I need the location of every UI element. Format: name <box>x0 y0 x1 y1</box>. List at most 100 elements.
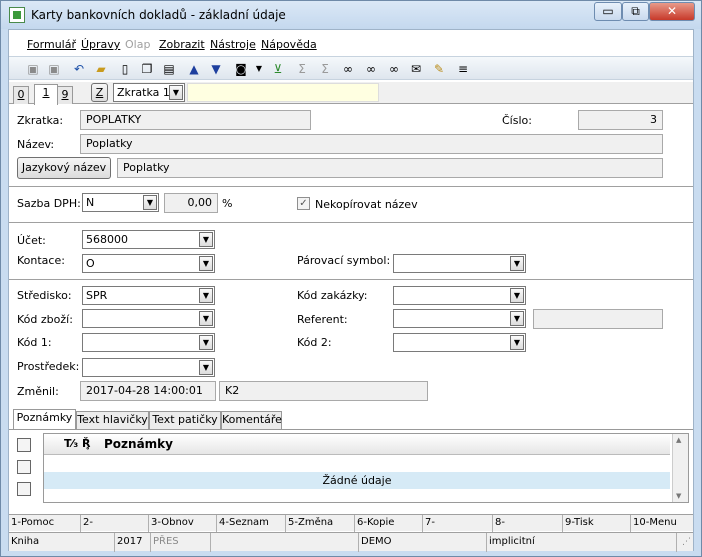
sazba-percent-field[interactable]: 0,00 <box>164 193 218 213</box>
sazba-dph-combo[interactable]: N ▼ <box>82 193 159 212</box>
fkey-1[interactable]: 1-Pomoc <box>9 515 81 532</box>
save-icon[interactable]: ▣ <box>25 61 41 77</box>
scroll-down-icon[interactable]: ▼ <box>676 492 681 500</box>
delete-note-icon[interactable] <box>17 482 31 496</box>
zkratka-label: Zkratka: <box>17 114 64 127</box>
nazev-label: Název: <box>17 138 55 151</box>
dropdown-arrow-icon[interactable]: ▼ <box>251 61 267 77</box>
fkey-10[interactable]: 10-Menu <box>631 515 693 532</box>
notes-panel: T⁄₃ Ř̥ Poznámky Žádné údaje ▲ ▼ <box>9 429 693 505</box>
kod2-combo[interactable]: ▼ <box>393 333 526 352</box>
title-bar: Karty bankovních dokladů - základní údaj… <box>1 1 701 29</box>
fkey-4[interactable]: 4-Seznam <box>217 515 286 532</box>
chevron-down-icon: ▼ <box>199 335 213 350</box>
fkey-3[interactable]: 3-Obnov <box>149 515 217 532</box>
zmenil-label: Změnil: <box>17 385 59 398</box>
minimize-button[interactable]: ▭ <box>594 2 622 21</box>
menu-formular[interactable]: Formulář <box>27 38 76 51</box>
tab-1[interactable]: 1 <box>34 84 58 105</box>
status-kniha: Kniha <box>9 533 115 552</box>
kod1-combo[interactable]: ▼ <box>82 333 215 352</box>
chevron-down-icon: ▼ <box>199 256 213 271</box>
referent-name-field[interactable] <box>533 309 663 329</box>
nazev-field[interactable]: Poplatky <box>80 134 663 154</box>
status-implicitni: implicitní <box>487 533 677 552</box>
tab-komentare[interactable]: Komentáře <box>221 411 282 429</box>
kontace-combo[interactable]: O ▼ <box>82 254 215 273</box>
tab-9[interactable]: 9 <box>57 86 73 104</box>
tab-text-paticky[interactable]: Text patičky <box>149 411 221 429</box>
stredisko-combo[interactable]: SPR ▼ <box>82 286 215 305</box>
fkey-8[interactable]: 8-Zneplatněn <box>493 515 563 544</box>
sigma-filter-icon[interactable]: Σ <box>317 61 333 77</box>
tab-0[interactable]: 0 <box>13 86 29 104</box>
restore-button[interactable]: ⧉ <box>622 2 649 21</box>
empty-row: Žádné údaje <box>44 472 670 489</box>
referent-combo[interactable]: ▼ <box>393 309 526 328</box>
zmenil-date-field: 2017-04-28 14:00:01 <box>80 381 216 401</box>
menu-zobrazit[interactable]: Zobrazit <box>159 38 205 51</box>
parovaci-symbol-combo[interactable]: ▼ <box>393 254 526 273</box>
window-title: Karty bankovních dokladů - základní údaj… <box>31 8 286 22</box>
menu-napoveda[interactable]: Nápověda <box>261 38 317 51</box>
fkey-2[interactable]: 2- <box>81 515 149 532</box>
tab-text-hlavicky[interactable]: Text hlavičky <box>76 411 149 429</box>
book-icon[interactable]: ▤ <box>161 61 177 77</box>
binoculars-settings-icon[interactable]: ∞ <box>386 61 402 77</box>
new-document-icon[interactable]: ▯ <box>117 61 133 77</box>
kod2-label: Kód 2: <box>297 336 332 349</box>
undo-icon[interactable]: ↶ <box>71 61 87 77</box>
scroll-up-icon[interactable]: ▲ <box>676 436 681 444</box>
mail-icon[interactable]: ✉ <box>408 61 424 77</box>
fkey-9[interactable]: 9-Tisk <box>563 515 631 532</box>
zkratka-field[interactable]: POPLATKY <box>80 110 311 130</box>
resize-grip-icon[interactable]: ⋰ <box>682 537 691 547</box>
prostredek-combo[interactable]: ▼ <box>82 358 215 377</box>
edit-note-icon[interactable] <box>17 460 31 474</box>
note-icon[interactable]: ✎ <box>431 61 447 77</box>
fkey-7[interactable]: 7- <box>423 515 493 532</box>
column-poznamky[interactable]: Poznámky <box>104 437 173 451</box>
chevron-down-icon: ▼ <box>510 288 524 303</box>
save-as-icon[interactable]: ▣ <box>46 61 62 77</box>
menu-nastroje[interactable]: Nástroje <box>210 38 256 51</box>
cislo-field[interactable]: 3 <box>578 110 663 130</box>
filter-icon[interactable]: ⊻ <box>270 61 286 77</box>
kod-zakazky-combo[interactable]: ▼ <box>393 286 526 305</box>
referent-label: Referent: <box>297 313 348 326</box>
copy-icon[interactable]: ❐ <box>139 61 155 77</box>
fkey-6[interactable]: 6-Kopie <box>355 515 423 532</box>
kontace-label: Kontace: <box>17 254 65 267</box>
sort-combo[interactable]: Zkratka 1 ▼ <box>113 83 185 102</box>
close-button[interactable]: ✕ <box>649 2 695 21</box>
arrow-up-icon[interactable]: ▲ <box>186 61 202 77</box>
chevron-down-icon: ▼ <box>199 360 213 375</box>
stredisko-label: Středisko: <box>17 289 72 302</box>
kod-zbozi-combo[interactable]: ▼ <box>82 309 215 328</box>
chevron-down-icon: ▼ <box>510 256 524 271</box>
menu-olap[interactable]: Olap <box>125 38 150 51</box>
menu-lines-icon[interactable]: ≡ <box>455 61 471 77</box>
jazykovy-nazev-field[interactable]: Poplatky <box>117 158 663 178</box>
camera-icon[interactable]: ◙ <box>233 61 249 77</box>
arrow-down-icon[interactable]: ▼ <box>208 61 224 77</box>
notes-grid-header: T⁄₃ Ř̥ Poznámky <box>44 434 670 455</box>
chevron-down-icon: ▼ <box>143 195 157 210</box>
z-button[interactable]: Z <box>91 83 108 102</box>
open-folder-icon[interactable]: ▰ <box>93 61 109 77</box>
add-note-icon[interactable] <box>17 438 31 452</box>
binoculars-icon[interactable]: ∞ <box>340 61 356 77</box>
tab-poznamky[interactable]: Poznámky <box>13 409 76 430</box>
chevron-down-icon: ▼ <box>169 85 183 100</box>
vertical-scrollbar[interactable]: ▲ ▼ <box>672 434 688 502</box>
search-input[interactable] <box>187 83 379 102</box>
menu-upravy[interactable]: Úpravy <box>81 38 120 51</box>
status-demo: DEMO <box>359 533 487 552</box>
jazykovy-nazev-button[interactable]: Jazykový název <box>17 157 111 179</box>
sum-icon[interactable]: Σ <box>294 61 310 77</box>
ucet-combo[interactable]: 568000 ▼ <box>82 230 215 249</box>
nekopirovat-checkbox[interactable]: ✓ <box>297 197 310 210</box>
binoculars-next-icon[interactable]: ∞ <box>363 61 379 77</box>
percent-sign: % <box>222 197 233 210</box>
fkey-5[interactable]: 5-Změna <box>286 515 355 532</box>
